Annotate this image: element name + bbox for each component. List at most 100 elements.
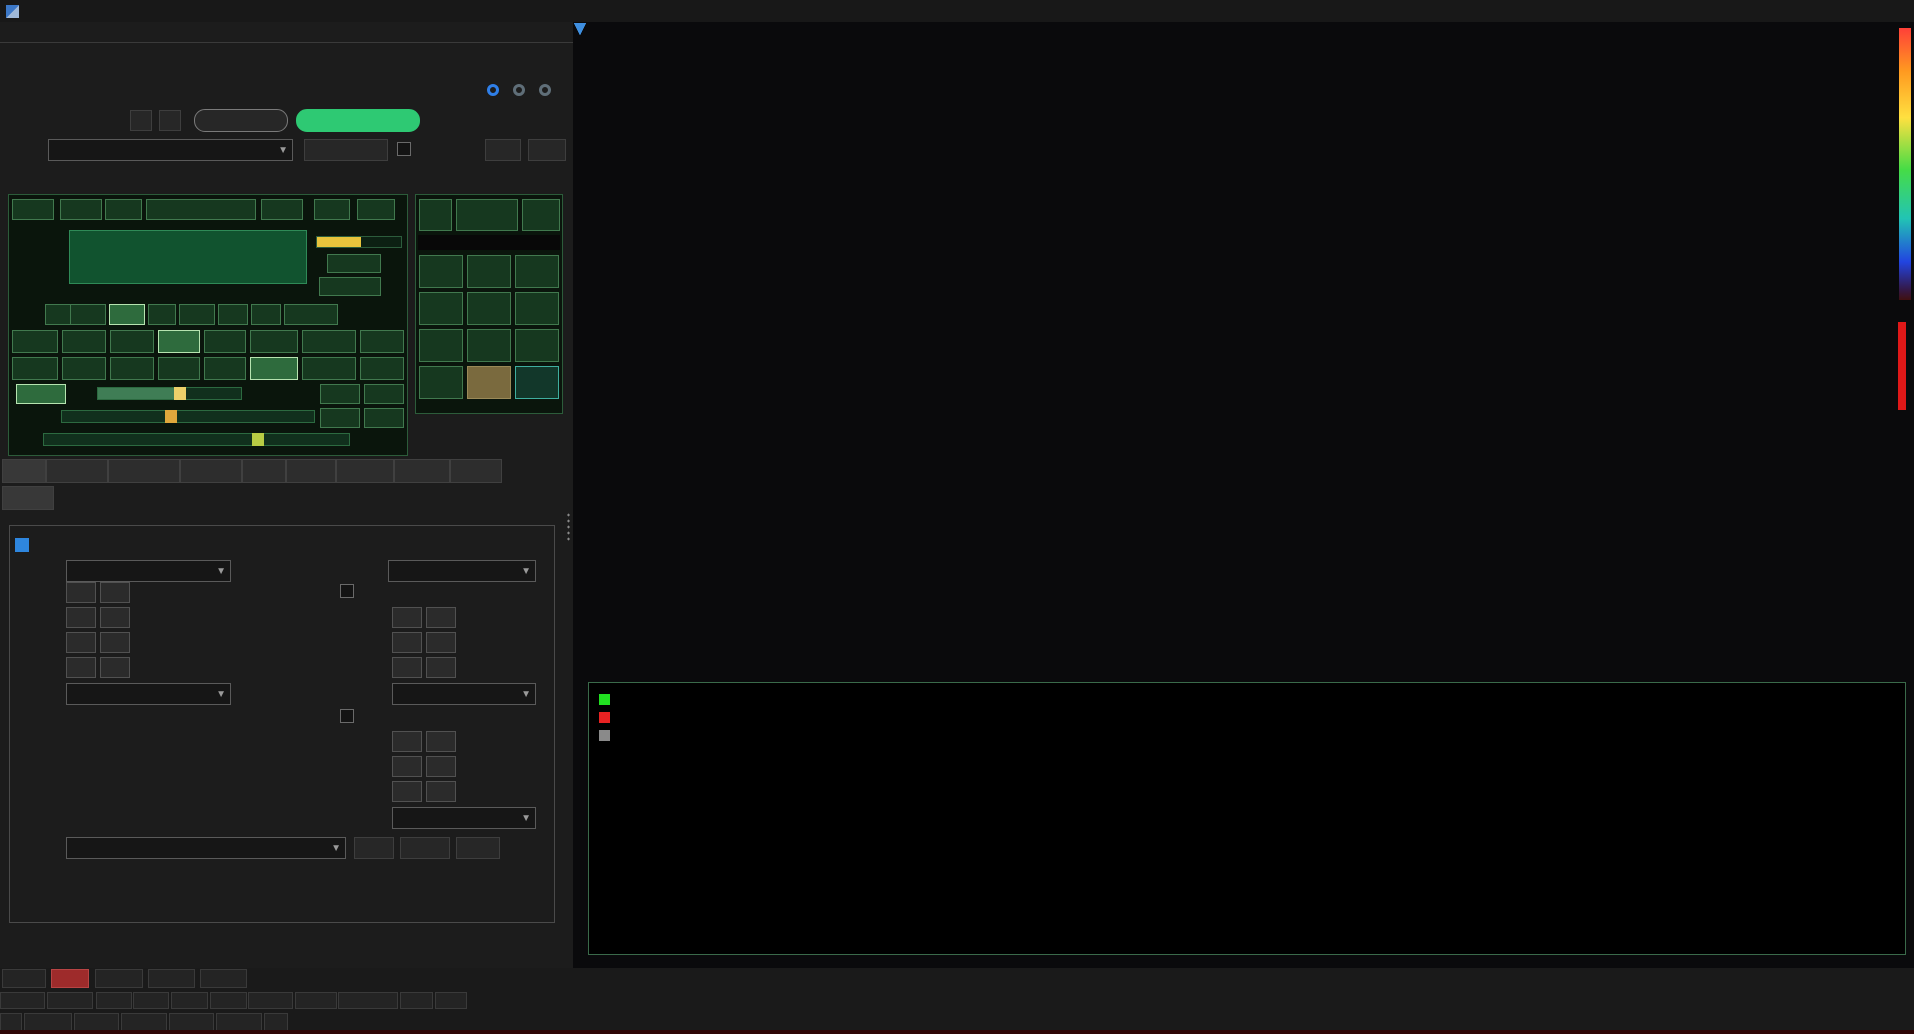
decay-plus-button[interactable] (100, 607, 130, 628)
position-dropdown[interactable]: ▼ (66, 683, 231, 705)
start-sdr-button[interactable] (528, 139, 566, 161)
tab-gamma[interactable] (2, 486, 54, 510)
tune-step-minus-button[interactable] (130, 110, 152, 131)
squelch-thumb[interactable] (174, 387, 186, 400)
g3-size-plus-button[interactable] (426, 731, 456, 752)
tab-radio[interactable] (2, 459, 46, 483)
tab-wfm[interactable] (242, 459, 286, 483)
set-button[interactable] (12, 199, 54, 220)
g2-decay-minus-button[interactable] (392, 657, 422, 678)
rx-stop-button[interactable] (314, 199, 350, 220)
tab-decoder[interactable] (336, 459, 394, 483)
manual-tuning-button[interactable] (194, 109, 288, 132)
band-minus-button[interactable] (302, 357, 356, 380)
gain-slider[interactable] (43, 433, 350, 446)
squelch-slider[interactable] (97, 387, 242, 400)
keypad-bands-button[interactable] (456, 199, 518, 231)
lan-out-button[interactable] (319, 277, 381, 296)
vol-minus-button[interactable] (0, 992, 45, 1009)
mix-save-button[interactable] (354, 837, 394, 859)
tab-favorites[interactable] (180, 459, 242, 483)
g2-floor-minus-button[interactable] (392, 632, 422, 653)
t1-button[interactable] (12, 330, 58, 353)
wfm-button[interactable] (158, 330, 200, 353)
waterfall-canvas[interactable] (578, 322, 1897, 660)
g3-decay-minus-button[interactable] (392, 781, 422, 802)
tune-plus-button[interactable] (110, 330, 154, 353)
g2-size-minus-button[interactable] (392, 607, 422, 628)
page-prev-button[interactable] (0, 1013, 22, 1031)
cursor-off-button[interactable] (338, 992, 398, 1009)
g-plus-button[interactable] (435, 992, 467, 1009)
step-up-100k-button[interactable] (200, 969, 247, 988)
key-5[interactable] (467, 292, 511, 325)
pause-button[interactable] (105, 199, 142, 220)
seek-left-button[interactable] (2, 969, 46, 988)
collapse-panel-button[interactable] (5, 49, 21, 65)
agc-med-button[interactable] (320, 408, 360, 428)
rx-start-button[interactable] (261, 199, 303, 220)
key-9[interactable] (515, 255, 559, 288)
fosphor-spectrum-canvas[interactable] (610, 28, 1896, 300)
preset-98-button[interactable] (216, 1013, 262, 1031)
mode-nfm-button[interactable] (109, 304, 145, 325)
tune-minus-button[interactable] (62, 330, 106, 353)
page-next-button[interactable] (264, 1013, 288, 1031)
key-4[interactable] (419, 292, 463, 325)
g3-color-dropdown[interactable]: ▼ (392, 807, 536, 829)
legend-clear-write[interactable] (599, 694, 618, 705)
keypad-enter-button[interactable] (515, 366, 559, 399)
keypad-clear-button[interactable] (467, 366, 511, 399)
key-1[interactable] (419, 329, 463, 362)
volume-slider[interactable] (61, 410, 315, 423)
fft-plus-button[interactable] (100, 582, 130, 603)
tune-step-plus-button[interactable] (159, 110, 181, 131)
preset-87-5-button[interactable] (24, 1013, 72, 1031)
g2-decay-plus-button[interactable] (426, 657, 456, 678)
analyzer-canvas[interactable] (590, 684, 1904, 953)
pluto-usrp-checkbox[interactable] (397, 142, 411, 156)
ref-minus-button[interactable] (171, 992, 208, 1009)
legend-max-hold[interactable] (599, 712, 618, 723)
t2-scan-button[interactable] (158, 357, 200, 380)
auto-button[interactable] (360, 357, 404, 380)
mode-cw-button[interactable] (148, 304, 176, 325)
mode-raw-button[interactable] (179, 304, 215, 325)
mode-digital-button[interactable] (284, 304, 338, 325)
key-3[interactable] (515, 329, 559, 362)
unmute-button[interactable] (51, 969, 89, 988)
asq-button[interactable] (204, 357, 246, 380)
key-0[interactable] (419, 366, 463, 399)
g3-size-minus-button[interactable] (392, 731, 422, 752)
stop-sdr-button[interactable] (485, 139, 521, 161)
initialize-sdr-button[interactable] (304, 139, 388, 161)
arh-rx-control-button[interactable] (146, 199, 256, 220)
palette-dropdown[interactable]: ▼ (66, 560, 231, 582)
agc-off-button[interactable] (320, 384, 360, 404)
floor-plus-button[interactable] (100, 657, 130, 678)
tab-digital[interactable] (286, 459, 336, 483)
db-minus-button[interactable] (96, 992, 132, 1009)
tab-iq-rp[interactable] (450, 459, 502, 483)
decay-minus-button[interactable] (66, 607, 96, 628)
to-button[interactable] (250, 357, 298, 380)
ref-plus-button[interactable] (210, 992, 247, 1009)
size-plus-button[interactable] (100, 632, 130, 653)
g2-color-dropdown[interactable]: ▼ (392, 683, 536, 705)
show-gamma-checkbox[interactable] (15, 538, 29, 552)
split-minus-button[interactable] (248, 992, 293, 1009)
floor-minus-button[interactable] (66, 657, 96, 678)
agc-slow-button[interactable] (364, 408, 404, 428)
mode-lsb-button[interactable] (218, 304, 248, 325)
gain-thumb[interactable] (252, 433, 264, 446)
db-plus-button[interactable] (133, 992, 169, 1009)
key-6[interactable] (515, 292, 559, 325)
bg-dropdown[interactable]: ▼ (388, 560, 536, 582)
g3-overlay-checkbox[interactable] (340, 709, 354, 723)
volume-thumb[interactable] (165, 410, 177, 423)
skip-button[interactable] (357, 199, 395, 220)
close-button[interactable] (1867, 0, 1912, 22)
maximize-button[interactable] (1822, 0, 1867, 22)
agc-fast-button[interactable] (364, 384, 404, 404)
automatic-tuning-button[interactable] (296, 109, 420, 132)
